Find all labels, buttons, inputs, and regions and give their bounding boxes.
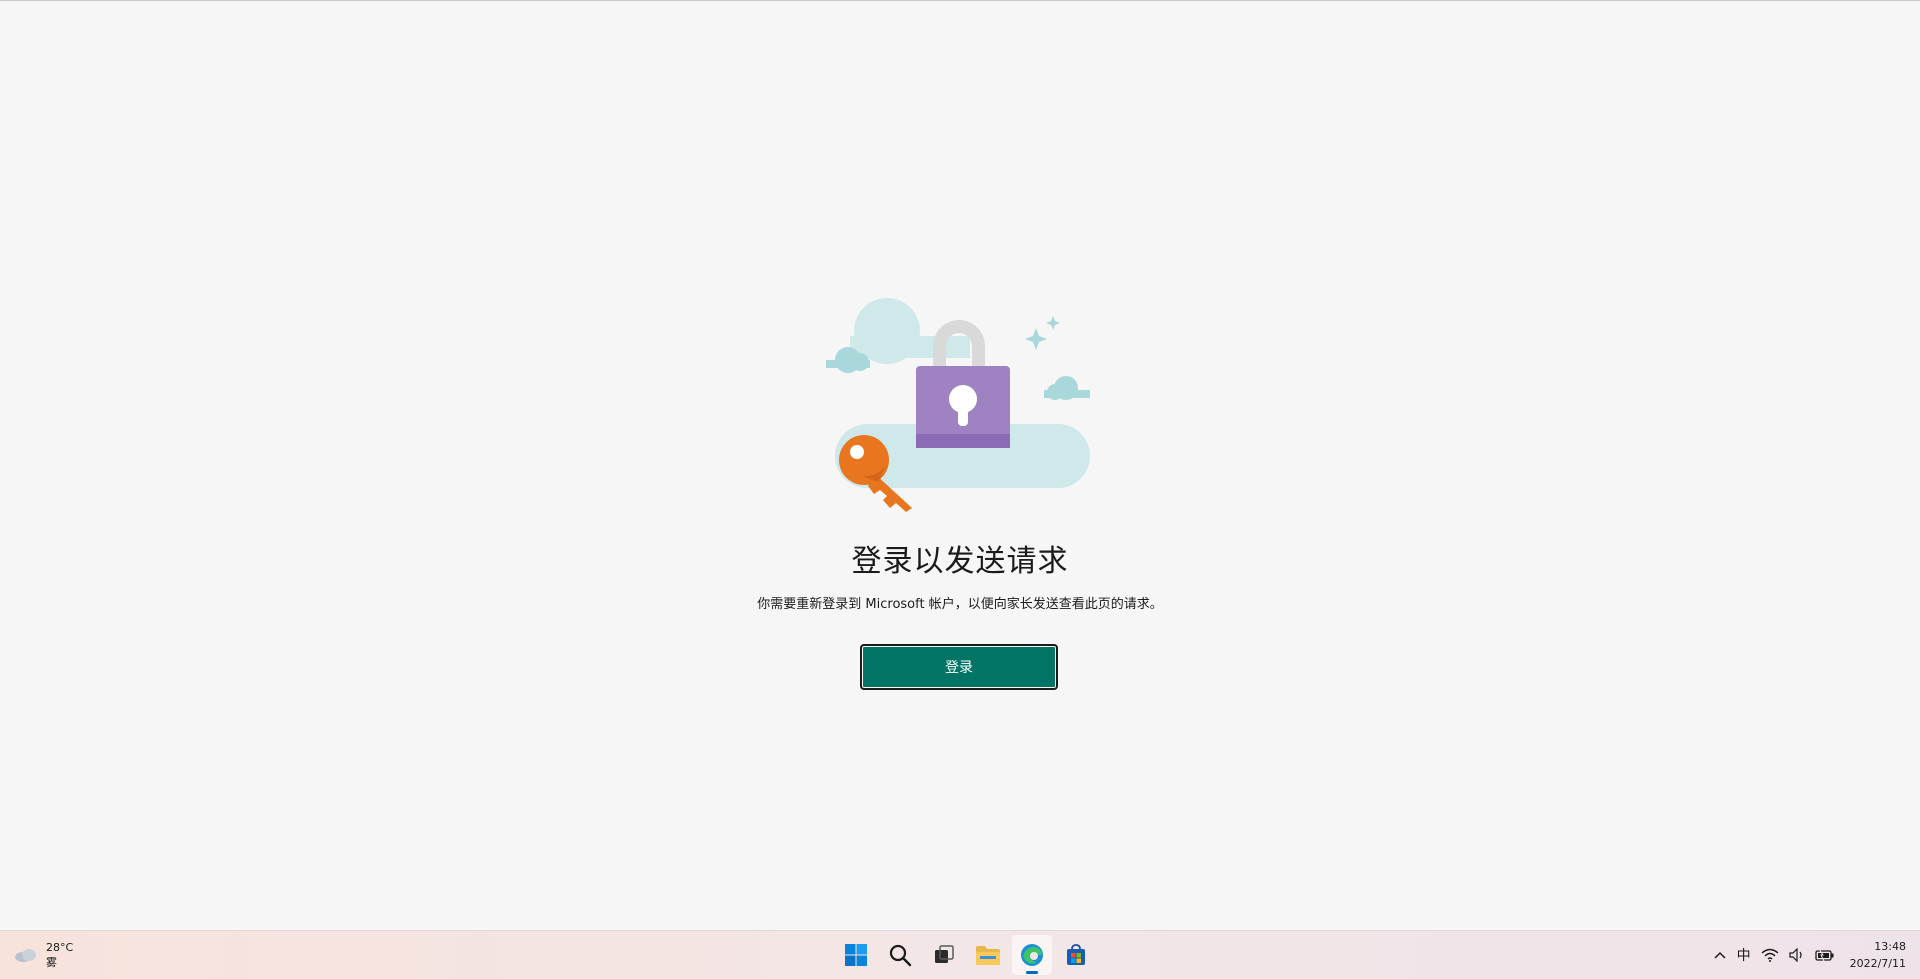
clock-date: 2022/7/11: [1849, 957, 1906, 970]
battery-icon: [1814, 948, 1834, 962]
search-icon: [889, 944, 912, 967]
lock-bottom-band: [916, 434, 1010, 448]
windows-logo-icon: [845, 944, 867, 966]
task-view-button[interactable]: [924, 935, 964, 975]
sparkle-shape: [1025, 328, 1047, 350]
weather-condition: 雾: [46, 956, 57, 969]
start-button[interactable]: [836, 935, 876, 975]
cloud-icon: [15, 949, 36, 962]
store-icon: [1067, 944, 1085, 965]
volume-button[interactable]: [1788, 948, 1805, 962]
page-message: 你需要重新登录到 Microsoft 帐户，以便向家长发送查看此页的请求。: [757, 597, 1163, 612]
taskbar: 28°C 雾 中 13:48 2022/7/11: [0, 930, 1920, 979]
weather-text: 28°C 雾: [46, 940, 73, 970]
weather-widget[interactable]: 28°C 雾: [14, 939, 73, 971]
clock[interactable]: 13:48 2022/7/11: [1850, 938, 1906, 972]
page-title: 登录以发送请求: [851, 544, 1069, 579]
system-tray: 中 13:48 2022/7/11: [1708, 931, 1920, 979]
cloud-shape: [1044, 390, 1090, 398]
key-bow-hole: [850, 445, 864, 459]
cloud-shape: [850, 336, 970, 358]
edge-button[interactable]: [1012, 935, 1052, 975]
volume-icon: [1788, 948, 1802, 962]
clock-time: 13:48: [1874, 940, 1906, 953]
screen: 登录以发送请求 你需要重新登录到 Microsoft 帐户，以便向家长发送查看此…: [0, 0, 1920, 979]
taskbar-apps: [834, 935, 1098, 975]
key-bow: [839, 435, 889, 485]
chevron-up-icon: [1714, 951, 1726, 959]
search-button[interactable]: [880, 935, 920, 975]
network-button[interactable]: [1761, 948, 1779, 962]
signin-button[interactable]: 登录: [860, 644, 1058, 690]
edge-icon: [1021, 944, 1043, 966]
task-view-icon: [935, 945, 954, 963]
folder-icon: [976, 946, 1000, 965]
tray-overflow-button[interactable]: [1713, 950, 1727, 960]
lock-and-key-illustration: [826, 298, 1090, 512]
sparkle-shape: [1046, 316, 1060, 330]
ime-indicator[interactable]: 中: [1737, 945, 1751, 965]
battery-button[interactable]: [1814, 948, 1835, 962]
wifi-icon: [1761, 948, 1779, 962]
page-content: 登录以发送请求 你需要重新登录到 Microsoft 帐户，以便向家长发送查看此…: [0, 0, 1920, 930]
cloud-shape: [826, 360, 870, 368]
file-explorer-button[interactable]: [968, 935, 1008, 975]
keyhole: [958, 404, 968, 426]
store-button[interactable]: [1056, 935, 1096, 975]
weather-temperature: 28°C: [46, 941, 74, 954]
